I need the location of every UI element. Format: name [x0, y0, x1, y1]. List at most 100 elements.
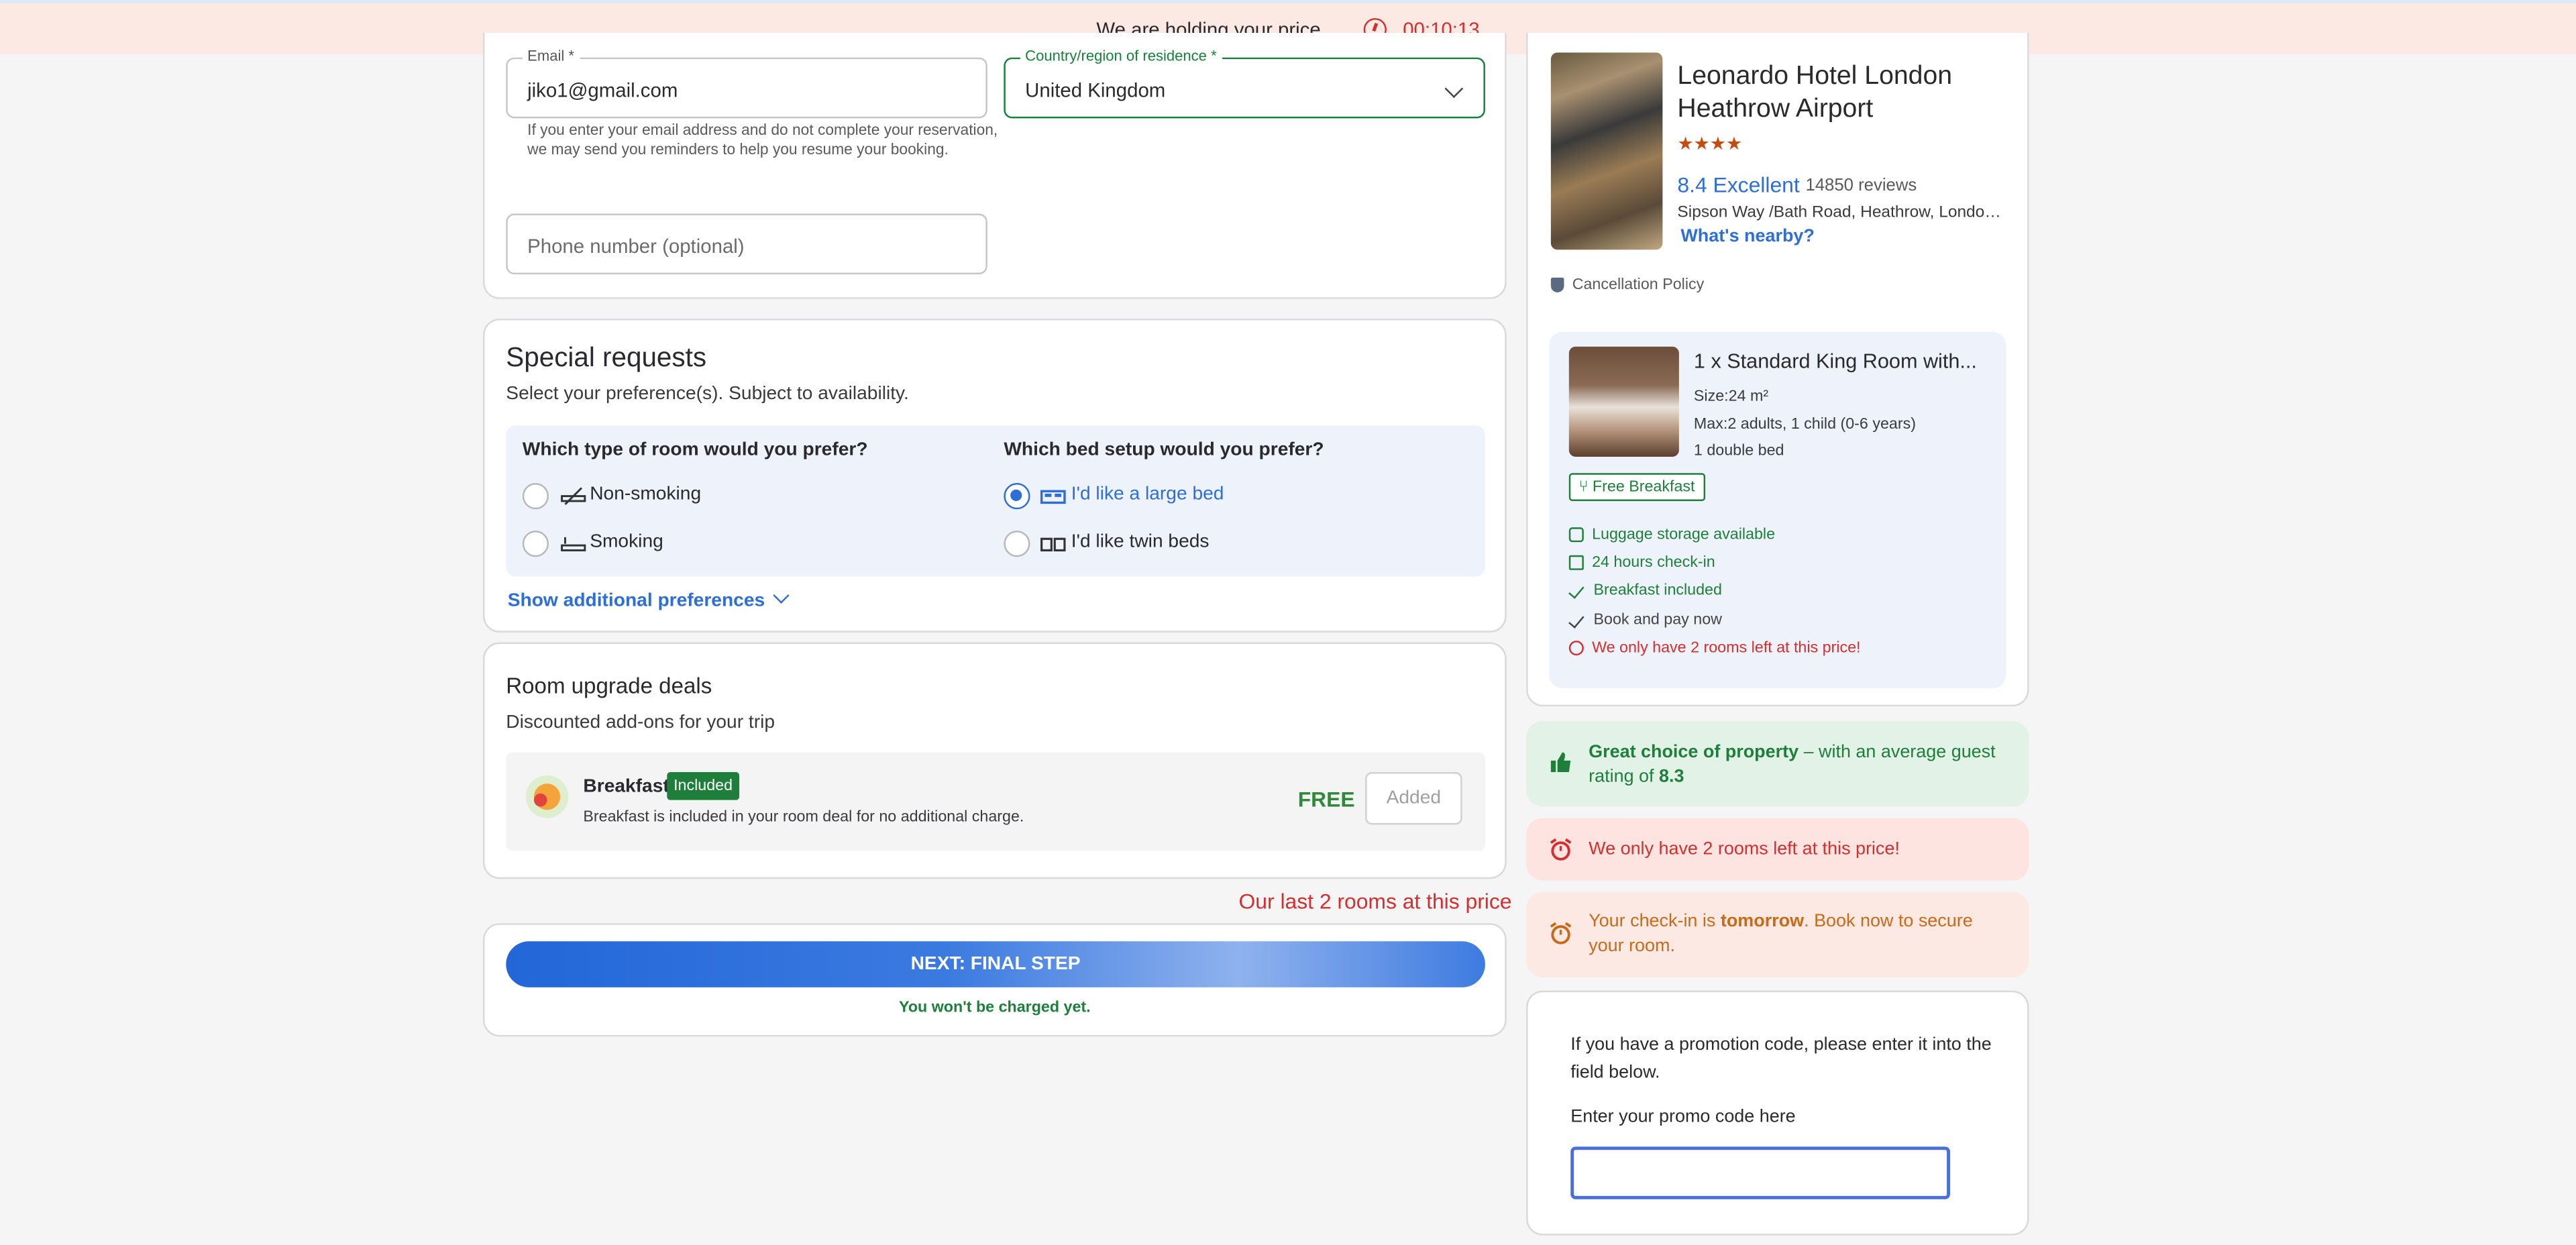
feature-rooms-left-label: We only have 2 rooms left at this price! — [1592, 639, 1861, 657]
cancellation-label: Cancellation Policy — [1572, 276, 1705, 294]
alarm-clock-icon — [1550, 922, 1572, 944]
feature-luggage-label: Luggage storage available — [1592, 525, 1776, 544]
hotel-address: Sipson Way /Bath Road, Heathrow, London,… — [1677, 203, 2006, 222]
promo-code-input[interactable] — [1570, 1146, 1950, 1199]
room-details: 1 x Standard King Room with... Size:24 m… — [1549, 331, 2006, 689]
room-size: Size:24 m² — [1694, 388, 1768, 406]
check-icon — [1568, 612, 1585, 629]
feature-pay-now-label: Book and pay now — [1593, 611, 1722, 629]
large-bed-radio[interactable] — [1004, 483, 1030, 510]
special-requests-title: Special requests — [506, 343, 707, 373]
hotel-summary-card: Leonardo Hotel London Heathrow Airport ★… — [1526, 32, 2029, 707]
next-step-card: NEXT: FINAL STEP You won't be charged ye… — [483, 923, 1507, 1037]
chevron-down-icon — [1444, 79, 1464, 99]
size-value: 24 m² — [1728, 387, 1769, 406]
phone-placeholder: Phone number (optional) — [527, 235, 745, 258]
cutlery-icon: ⑂ — [1578, 478, 1589, 496]
next-final-step-button[interactable]: NEXT: FINAL STEP — [506, 941, 1485, 987]
email-hint: If you enter your email address and do n… — [527, 121, 998, 158]
smoking-icon — [561, 537, 586, 551]
great-choice-bold: Great choice of property — [1589, 742, 1799, 763]
large-bed-label: I'd like a large bed — [1071, 484, 1224, 504]
show-additional-preferences-link[interactable]: Show additional preferences — [508, 587, 789, 611]
email-value: jiko1@gmail.com — [527, 78, 678, 102]
thumbs-up-icon — [1550, 752, 1571, 773]
feature-breakfast-label: Breakfast included — [1593, 581, 1722, 600]
room-title: 1 x Standard King Room with... — [1693, 349, 1977, 373]
addon-name: Breakfast — [583, 777, 669, 797]
promo-code-card: If you have a promotion code, please ent… — [1526, 990, 2029, 1236]
size-label: Size: — [1693, 387, 1729, 406]
special-requests-card: Special requests Select your preference(… — [483, 319, 1507, 633]
room-occupancy: Max:2 adults, 1 child (0-6 years) — [1694, 416, 1916, 434]
door-icon — [1568, 555, 1584, 570]
great-choice-text: Great choice of property – with an avera… — [1589, 741, 2012, 788]
smoking-label: Smoking — [590, 532, 663, 552]
star-rating: ★★★★ — [1677, 134, 1743, 155]
bed-setup-question: Which bed setup would you prefer? — [1004, 440, 1324, 460]
feature-pay-now: Book and pay now — [1568, 611, 1722, 629]
review-count: 14850 reviews — [1805, 176, 1917, 196]
special-requests-subtitle: Select your preference(s). Subject to av… — [506, 384, 909, 404]
preferences-box: Which type of room would you prefer? Non… — [506, 425, 1485, 577]
room-upgrade-card: Room upgrade deals Discounted add-ons fo… — [483, 642, 1507, 879]
great-choice-score: 8.3 — [1659, 766, 1684, 786]
check-icon — [1568, 582, 1585, 599]
checkin-bold: tomorrow — [1720, 912, 1805, 932]
breakfast-addon: Breakfast Included Breakfast is included… — [506, 752, 1485, 851]
feature-checkin: 24 hours check-in — [1568, 553, 1715, 572]
twin-beds-icon — [1040, 537, 1066, 552]
feature-luggage: Luggage storage available — [1568, 525, 1776, 544]
country-label: Country/region of residence * — [1020, 48, 1222, 64]
checkin-text: Your check-in is tomorrow. Book now to s… — [1589, 910, 2012, 958]
non-smoking-radio[interactable] — [522, 483, 549, 510]
room-type-question: Which type of room would you prefer? — [522, 440, 868, 460]
cancellation-policy[interactable]: Cancellation Policy — [1550, 276, 1705, 294]
country-value: United Kingdom — [1025, 78, 1166, 102]
no-charge-note: You won't be charged yet. — [899, 998, 1091, 1017]
non-smoking-label: Non-smoking — [590, 484, 702, 504]
added-button[interactable]: Added — [1365, 772, 1462, 825]
breakfast-icon — [525, 775, 569, 818]
booking-page: We are holding your price... 00:10:13 Em… — [0, 0, 2576, 1245]
contact-details-card: Email * jiko1@gmail.com If you enter you… — [483, 32, 1507, 299]
smoking-radio[interactable] — [522, 531, 549, 557]
max-value: 2 adults, 1 child (0-6 years) — [1727, 415, 1916, 434]
free-breakfast-label: Free Breakfast — [1592, 478, 1695, 496]
addon-price: FREE — [1297, 787, 1355, 812]
addon-description: Breakfast is included in your room deal … — [583, 808, 1024, 826]
email-field[interactable]: Email * jiko1@gmail.com — [506, 48, 987, 119]
max-label: Max: — [1693, 415, 1728, 434]
hotel-name: Leonardo Hotel London Heathrow Airport — [1677, 62, 1953, 123]
rooms-left-alert: We only have 2 rooms left at this price! — [1526, 818, 2029, 881]
whats-nearby-link[interactable]: What's nearby? — [1680, 227, 1815, 246]
chevron-down-icon — [772, 587, 789, 604]
room-beds: 1 double bed — [1693, 441, 1784, 460]
email-label: Email * — [522, 48, 580, 64]
twin-beds-radio[interactable] — [1004, 531, 1030, 557]
upgrade-subtitle: Discounted add-ons for your trip — [506, 712, 775, 733]
double-bed-icon — [1040, 490, 1066, 504]
twin-beds-label: I'd like twin beds — [1071, 532, 1210, 552]
free-breakfast-badge: ⑂ Free Breakfast — [1568, 473, 1705, 501]
feature-rooms-left: We only have 2 rooms left at this price! — [1568, 639, 1861, 657]
country-select[interactable]: Country/region of residence * United Kin… — [1004, 48, 1485, 119]
no-smoking-icon — [561, 487, 586, 505]
checkin-pre: Your check-in is — [1589, 912, 1721, 932]
review-score: 8.4 Excellent — [1677, 172, 1800, 197]
hotel-photo[interactable] — [1550, 52, 1663, 250]
room-photo[interactable] — [1568, 346, 1679, 457]
checkin-alert: Your check-in is tomorrow. Book now to s… — [1526, 891, 2029, 978]
included-badge: Included — [667, 772, 739, 800]
luggage-icon — [1568, 527, 1584, 543]
rooms-left-text: We only have 2 rooms left at this price! — [1589, 839, 1900, 859]
shield-icon — [1550, 277, 1564, 292]
great-choice-alert: Great choice of property – with an avera… — [1526, 721, 2029, 807]
alarm-clock-icon — [1550, 838, 1572, 861]
upgrade-title: Room upgrade deals — [506, 673, 712, 698]
feature-breakfast: Breakfast included — [1568, 581, 1722, 600]
alarm-clock-icon — [1568, 641, 1584, 656]
urgency-message: Our last 2 rooms at this price — [1238, 888, 1512, 914]
phone-field[interactable]: Phone number (optional) — [506, 213, 987, 274]
promo-label: Enter your promo code here — [1570, 1107, 1796, 1128]
